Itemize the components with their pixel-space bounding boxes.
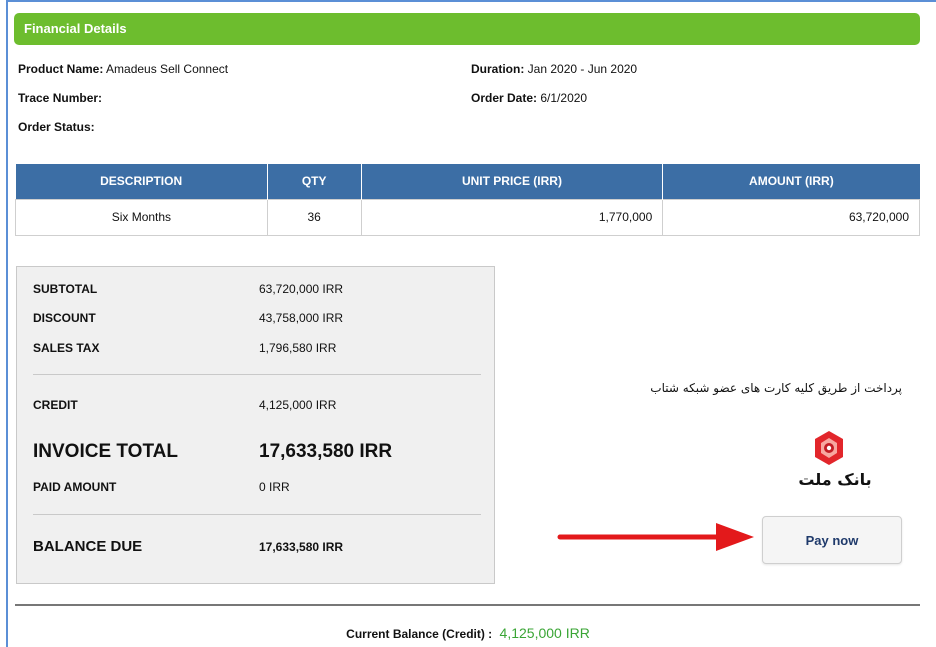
cell-qty: 36 (266, 198, 362, 236)
trace-number-label: Trace Number: (18, 91, 103, 105)
balance-due-label: BALANCE DUE (33, 538, 143, 555)
column-header-unit-price: UNIT PRICE (IRR) (361, 164, 664, 199)
balance-due-value: 17,633,580 IRR (259, 540, 344, 554)
order-date-label: Order Date: (471, 91, 538, 105)
duration-value: Jan 2020 - Jun 2020 (527, 62, 638, 76)
duration-label: Duration: (471, 62, 525, 76)
product-name-row: Product Name: Amadeus Sell Connect (18, 62, 228, 76)
duration-row: Duration: Jan 2020 - Jun 2020 (471, 62, 637, 76)
bank-name: بانک ملت (798, 470, 872, 489)
subtotal-label: SUBTOTAL (33, 282, 98, 296)
invoice-summary-panel: SUBTOTAL 63,720,000 IRR DISCOUNT 43,758,… (16, 266, 495, 584)
current-balance-row: Current Balance (Credit) : 4,125,000 IRR (0, 625, 936, 641)
bank-mellat-logo-icon (815, 431, 843, 465)
window-top-border (6, 0, 936, 2)
column-header-description: DESCRIPTION (15, 164, 268, 199)
order-status-row: Order Status: (18, 120, 95, 134)
summary-divider (33, 514, 481, 515)
product-name-value: Amadeus Sell Connect (106, 62, 229, 76)
sales-tax-label: SALES TAX (33, 341, 100, 355)
items-table: DESCRIPTION QTY UNIT PRICE (IRR) AMOUNT … (15, 164, 920, 236)
trace-number-row: Trace Number: (18, 91, 102, 105)
order-date-value: 6/1/2020 (540, 91, 588, 105)
product-name-label: Product Name: (18, 62, 104, 76)
order-status-label: Order Status: (18, 120, 95, 134)
current-balance-value: 4,125,000 IRR (499, 625, 590, 641)
discount-value: 43,758,000 IRR (259, 311, 344, 325)
subtotal-value: 63,720,000 IRR (259, 282, 344, 296)
table-row: Six Months 36 1,770,000 63,720,000 (15, 198, 920, 236)
header-title: Financial Details (24, 21, 127, 36)
paid-amount-label: PAID AMOUNT (33, 480, 117, 494)
credit-label: CREDIT (33, 398, 78, 412)
credit-value: 4,125,000 IRR (259, 398, 337, 412)
current-balance-label: Current Balance (Credit) : (346, 627, 493, 641)
payment-network-note: پرداخت از طریق کلیه کارت های عضو شبکه شت… (650, 381, 902, 395)
discount-label: DISCOUNT (33, 311, 96, 325)
window-left-border (6, 0, 8, 647)
items-table-header-row: DESCRIPTION QTY UNIT PRICE (IRR) AMOUNT … (15, 164, 920, 199)
pointing-arrow-icon (557, 523, 754, 551)
sales-tax-value: 1,796,580 IRR (259, 341, 337, 355)
column-header-qty: QTY (267, 164, 362, 199)
invoice-total-label: INVOICE TOTAL (33, 441, 178, 462)
cell-description: Six Months (15, 198, 268, 236)
order-date-row: Order Date: 6/1/2020 (471, 91, 587, 105)
pay-now-button[interactable]: Pay now (762, 516, 902, 564)
paid-amount-value: 0 IRR (259, 480, 290, 494)
financial-details-header: Financial Details (14, 13, 920, 45)
cell-unit-price: 1,770,000 (360, 198, 664, 236)
cell-amount: 63,720,000 (662, 198, 920, 236)
column-header-amount: AMOUNT (IRR) (662, 164, 920, 199)
invoice-total-value: 17,633,580 IRR (259, 441, 393, 462)
summary-divider (33, 374, 481, 375)
footer-divider (15, 604, 920, 606)
